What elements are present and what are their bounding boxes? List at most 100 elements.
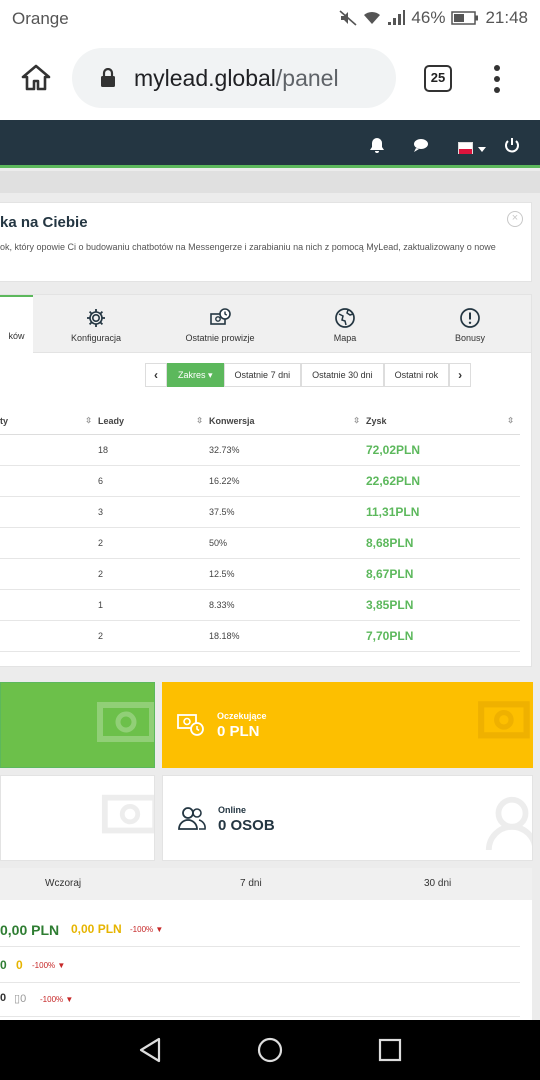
table-row: 3 37.5% 11,31PLN (0, 496, 520, 528)
tab-label: ków (8, 331, 25, 341)
profit-cell: 22,62PLN (366, 465, 520, 497)
users-icon (178, 807, 206, 830)
battery-percent: 46% (411, 8, 446, 27)
lock-icon (101, 68, 115, 87)
clock: 21:48 (485, 8, 528, 27)
browser-menu-icon[interactable] (494, 65, 500, 93)
campaign-table: ty ⇳ Leady ⇳ Konwersja ⇳ Zysk ⇳ 18 32.73% 72,0… (0, 408, 520, 652)
tab-configuration[interactable]: Konfiguracja (50, 295, 142, 353)
leads-cell: 1 (98, 589, 209, 621)
summary-card (0, 775, 155, 861)
conversion-cell: 12.5% (209, 558, 366, 590)
conversion-cell: 37.5% (209, 496, 366, 528)
column-header-conversion[interactable]: Konwersja ⇳ (209, 408, 366, 435)
filter-last-year[interactable]: Ostatni rok (383, 363, 450, 387)
leads-cell: 2 (98, 620, 209, 652)
leads-cell: 18 (98, 434, 209, 466)
pending-value: 0 PLN (217, 723, 260, 740)
money-icon (101, 794, 154, 834)
address-bar[interactable]: mylead.global/panel (72, 48, 396, 108)
back-icon[interactable] (138, 1037, 162, 1063)
wifi-icon (364, 11, 381, 24)
online-label: Online (218, 805, 247, 815)
profit-cell: 7,70PLN (366, 620, 520, 652)
stat-compare: 0,00 PLN (71, 922, 122, 936)
conversion-cell: 18.18% (209, 620, 366, 652)
table-row: 2 12.5% 8,67PLN (0, 558, 520, 590)
header-spacer (0, 171, 540, 193)
chat-icon[interactable] (412, 136, 430, 154)
chevron-right-icon[interactable]: › (449, 363, 472, 387)
stats-row: 0 ▯0 -100% ▼ (0, 982, 520, 1017)
tab-bonuses[interactable]: Bonusy (440, 295, 500, 353)
sort-icon: ⇳ (196, 416, 203, 425)
tab-list[interactable]: ków (0, 295, 33, 354)
tab-map[interactable]: Mapa (310, 295, 380, 353)
column-header[interactable]: ty ⇳ (0, 408, 98, 435)
tab-switcher-button[interactable]: 25 (424, 65, 452, 92)
profit-cell: 8,68PLN (366, 527, 520, 559)
browser-toolbar: mylead.global/panel 25 (0, 38, 540, 120)
column-header-leads[interactable]: Leady ⇳ (98, 408, 209, 435)
chevron-left-icon[interactable]: ‹ (145, 363, 167, 387)
stat-change: -100% ▼ (32, 961, 66, 970)
commission-icon (210, 308, 231, 325)
table-row: 2 50% 8,68PLN (0, 527, 520, 559)
money-clock-icon (478, 701, 530, 739)
stats-row: 0,00 PLN 0,00 PLN -100% ▼ (0, 912, 520, 947)
filter-last-7-days[interactable]: Ostatnie 7 dni (223, 363, 302, 387)
column-header-profit[interactable]: Zysk ⇳ (366, 408, 520, 435)
money-clock-icon (177, 714, 204, 736)
home-icon[interactable] (20, 62, 52, 94)
tab-label: Mapa (333, 333, 357, 343)
pending-card: Oczekujące 0 PLN (162, 682, 533, 768)
conversion-cell: 16.22% (209, 465, 366, 497)
carrier-label: Orange (12, 9, 69, 28)
arrow-down-icon: ▼ (153, 925, 164, 934)
chevron-down-icon[interactable] (478, 147, 486, 152)
arrow-down-icon: ▼ (55, 961, 66, 970)
conversion-cell: 32.73% (209, 434, 366, 466)
exclamation-icon (460, 308, 480, 328)
notification-panel: ka na Ciebie ok, który opowie Ci o budow… (0, 202, 532, 282)
sort-icon: ⇳ (85, 416, 92, 425)
filter-last-30-days[interactable]: Ostatnie 30 dni (301, 363, 384, 387)
range-label: Zakres (178, 370, 206, 380)
globe-icon (335, 308, 355, 328)
stat-value: 0,00 PLN (0, 922, 60, 938)
online-value: 0 OSOB (218, 817, 275, 834)
close-icon[interactable]: × (507, 211, 523, 227)
pending-label: Oczekujące (217, 711, 267, 721)
online-card: Online 0 OSOB (162, 775, 533, 861)
table-row: 1 8.33% 3,85PLN (0, 589, 520, 621)
battery-icon (451, 11, 479, 25)
recents-icon[interactable] (378, 1038, 402, 1062)
mute-icon (339, 10, 357, 26)
stat-change: -100% ▼ (130, 925, 164, 934)
bell-icon[interactable] (368, 136, 386, 154)
tab-label: Konfiguracja (70, 333, 122, 343)
users-icon (485, 796, 532, 850)
balance-card (0, 682, 155, 768)
home-nav-icon[interactable] (257, 1037, 283, 1063)
stat-change: -100% ▼ (40, 995, 74, 1004)
leads-cell: 2 (98, 558, 209, 590)
table-row: 6 16.22% 22,62PLN (0, 465, 520, 497)
money-icon (97, 702, 154, 742)
conversion-cell: 8.33% (209, 589, 366, 621)
stat-compare: ▯0 (14, 993, 27, 1005)
column-yesterday: Wczoraj (45, 878, 82, 889)
table-row: 2 18.18% 7,70PLN (0, 620, 520, 652)
stat-compare: 0 (16, 958, 23, 972)
language-flag-icon[interactable] (458, 142, 473, 154)
tab-label: Bonusy (454, 333, 486, 343)
date-filter-group: ‹ Zakres ▾ Ostatnie 7 dni Ostatnie 30 dn… (145, 363, 472, 387)
period-stats: Wczoraj 7 dni 30 dni 0,00 PLN 0,00 PLN -… (0, 868, 532, 1020)
tab-recent-commissions[interactable]: Ostatnie prowizje (170, 295, 270, 353)
stats-row: 0 0 -100% ▼ (0, 948, 520, 983)
arrow-down-icon: ▼ (63, 995, 74, 1004)
leads-cell: 2 (98, 527, 209, 559)
profit-cell: 11,31PLN (366, 496, 520, 528)
range-dropdown[interactable]: Zakres ▾ (167, 363, 224, 387)
power-icon[interactable] (503, 136, 521, 154)
